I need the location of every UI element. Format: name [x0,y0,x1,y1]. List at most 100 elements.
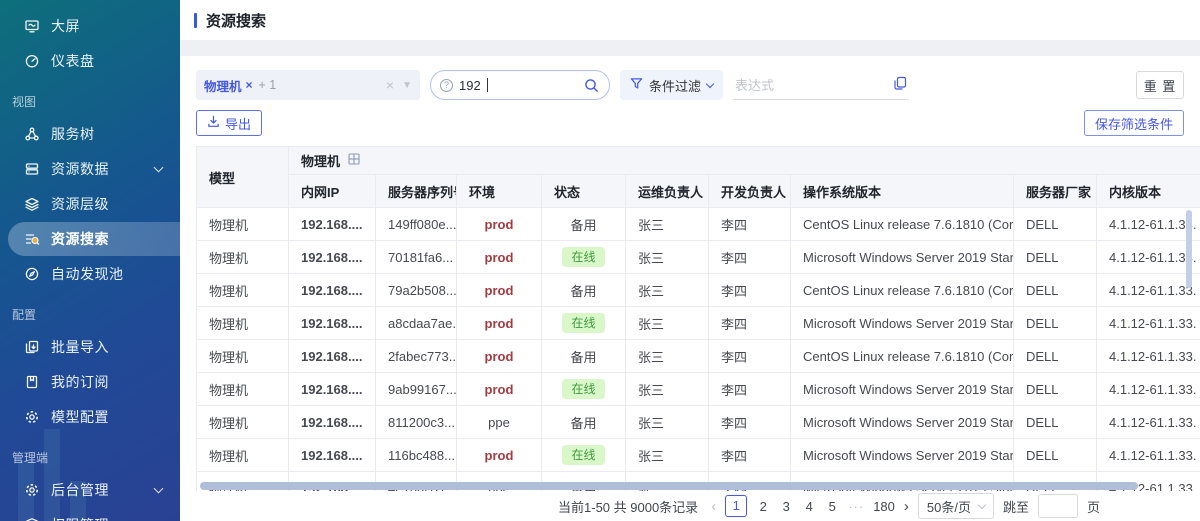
cell-env: ppe [457,406,542,439]
expression-input[interactable]: 表达式 [733,70,909,100]
pagination-ellipsis[interactable]: ··· [848,499,864,514]
sidebar-item-permission-admin[interactable]: 权限管理 [0,508,180,521]
select-caret-icon[interactable]: ▼ [402,80,412,91]
page-button-4[interactable]: 4 [802,499,816,514]
cell-model: 物理机 [197,208,289,241]
export-button[interactable]: 导出 [196,110,262,136]
layers-icon [24,196,40,212]
selected-model-tag: 物理机 × [204,76,253,95]
env-prod-text: prod [485,316,514,331]
chevron-down-icon [154,163,164,173]
cell-status: 在线 [542,373,626,406]
sidebar-item-dashboard[interactable]: 仪表盘 [0,44,180,78]
table-row[interactable]: 物理机192.168....116bc488...prod在线张三李四Micro… [197,439,1200,472]
page-button-1[interactable]: 1 [725,495,747,517]
column-header: 内核版本 [1097,175,1200,208]
jump-label: 跳至 [1003,497,1029,516]
column-header: 服务器厂家 [1014,175,1097,208]
cell-vendor: DELL [1014,373,1097,406]
sidebar-item-batch-import[interactable]: 批量导入 [0,330,180,364]
column-settings-icon[interactable] [348,153,360,168]
sidebar-item-backend-admin[interactable]: 后台管理 [0,473,180,507]
page-button-3[interactable]: 3 [779,499,793,514]
cell-serial: 79a2b508... [376,274,457,307]
env-prod-text: prod [485,250,514,265]
filter-row: 物理机 × + 1 × ▼ ? 192 [180,56,1200,100]
gauge-icon [24,53,40,69]
table-row[interactable]: 物理机192.168....70181fa6...prod在线张三李四Micro… [197,241,1200,274]
table-row[interactable]: 物理机192.168....79a2b508...prod备用张三李四CentO… [197,274,1200,307]
next-page-button[interactable]: › [904,498,909,515]
chevron-down-icon [154,484,164,494]
cell-ops-owner: 张三 [626,406,709,439]
search-input[interactable]: ? 192 [430,70,610,100]
reset-button[interactable]: 重 置 [1136,71,1184,99]
cell-dev-owner: 李四 [709,274,791,307]
sidebar-item-label: 后台管理 [51,480,144,500]
cell-kernel-version: 4.1.12-61.1.33. [1097,208,1200,241]
sidebar-item-label: 资源数据 [51,159,144,179]
model-select[interactable]: 物理机 × + 1 × ▼ [196,70,420,100]
chevron-down-icon [978,500,986,508]
database-icon [24,161,40,177]
page-size-select[interactable]: 50条/页 [918,493,994,519]
clear-select-icon[interactable]: × [386,77,394,93]
search-icon[interactable] [584,78,599,93]
sidebar-nav: 大屏仪表盘视图服务树资源数据资源层级资源搜索自动发现池配置批量导入我的订阅模型配… [0,0,180,521]
sidebar-item-label: 批量导入 [51,337,180,357]
cell-ops-owner: 张三 [626,439,709,472]
cell-serial: 116bc488... [376,439,457,472]
cell-ip: 192.168.... [289,340,376,373]
compass-icon [24,266,40,282]
condition-filter-button[interactable]: 条件过滤 [620,70,723,100]
table-row[interactable]: 物理机192.168....2fabec773...prod备用张三李四Cent… [197,340,1200,373]
jump-page-input[interactable] [1038,494,1078,518]
cell-status: 备用 [542,274,626,307]
sidebar-section-label: 视图 [0,79,180,116]
sidebar-item-my-subscriptions[interactable]: 我的订阅 [0,365,180,399]
cell-kernel-version: 4.1.12-61.1.33. [1097,241,1200,274]
cell-serial: 811200c3... [376,406,457,439]
status-online-badge: 在线 [562,247,604,267]
sidebar-item-resource-hierarchy[interactable]: 资源层级 [0,187,180,221]
sidebar-item-resource-data[interactable]: 资源数据 [0,152,180,186]
sidebar-item-auto-discovery-pool[interactable]: 自动发现池 [0,257,180,291]
chevron-down-icon [706,79,714,87]
page-button-180[interactable]: 180 [873,499,895,514]
cell-os-version: CentOS Linux release 7.6.1810 (Core) [791,340,1014,373]
cell-env: prod [457,307,542,340]
sidebar-item-model-config[interactable]: 模型配置 [0,400,180,434]
table-row[interactable]: 物理机192.168....a8cdaa7ae...prod在线张三李四Micr… [197,307,1200,340]
cell-ip: 192.168.... [289,373,376,406]
cell-ops-owner: 张三 [626,373,709,406]
sidebar-item-service-tree[interactable]: 服务树 [0,117,180,151]
remove-tag-icon[interactable]: × [246,78,253,92]
cell-kernel-version: 4.1.12-61.1.33. [1097,307,1200,340]
sidebar-item-resource-search[interactable]: 资源搜索 [8,222,180,256]
sidebar-item-label: 仪表盘 [51,51,180,71]
copy-icon[interactable] [893,76,907,93]
cell-kernel-version: 4.1.12-61.1.33. [1097,373,1200,406]
cell-model: 物理机 [197,439,289,472]
sidebar-item-label: 权限管理 [51,515,144,521]
page-button-5[interactable]: 5 [825,499,839,514]
horizontal-scrollbar-thumb[interactable] [200,482,1138,490]
table-row[interactable]: 物理机192.168....9ab99167...prod在线张三李四Micro… [197,373,1200,406]
cell-os-version: Microsoft Windows Server 2019 Stan... [791,373,1014,406]
page-background-gap [180,40,1200,56]
table-row[interactable]: 物理机192.168....149ff080e...prod备用张三李四Cent… [197,208,1200,241]
page-button-2[interactable]: 2 [756,499,770,514]
tree-icon [24,126,40,142]
sidebar-item-big-screen[interactable]: 大屏 [0,9,180,43]
prev-page-button[interactable]: ‹ [711,498,716,515]
cell-os-version: Microsoft Windows Server 2019 Stan... [791,406,1014,439]
export-button-label: 导出 [225,114,251,133]
cell-vendor: DELL [1014,241,1097,274]
cell-os-version: CentOS Linux release 7.6.1810 (Core) [791,274,1014,307]
vertical-scrollbar-thumb[interactable] [1186,210,1192,288]
shield-check-icon [24,517,40,521]
save-filter-button[interactable]: 保存筛选条件 [1084,110,1184,136]
cell-serial: 70181fa6... [376,241,457,274]
table-row[interactable]: 物理机192.168....811200c3...ppe备用张三李四Micros… [197,406,1200,439]
column-header: 运维负责人 [626,175,709,208]
